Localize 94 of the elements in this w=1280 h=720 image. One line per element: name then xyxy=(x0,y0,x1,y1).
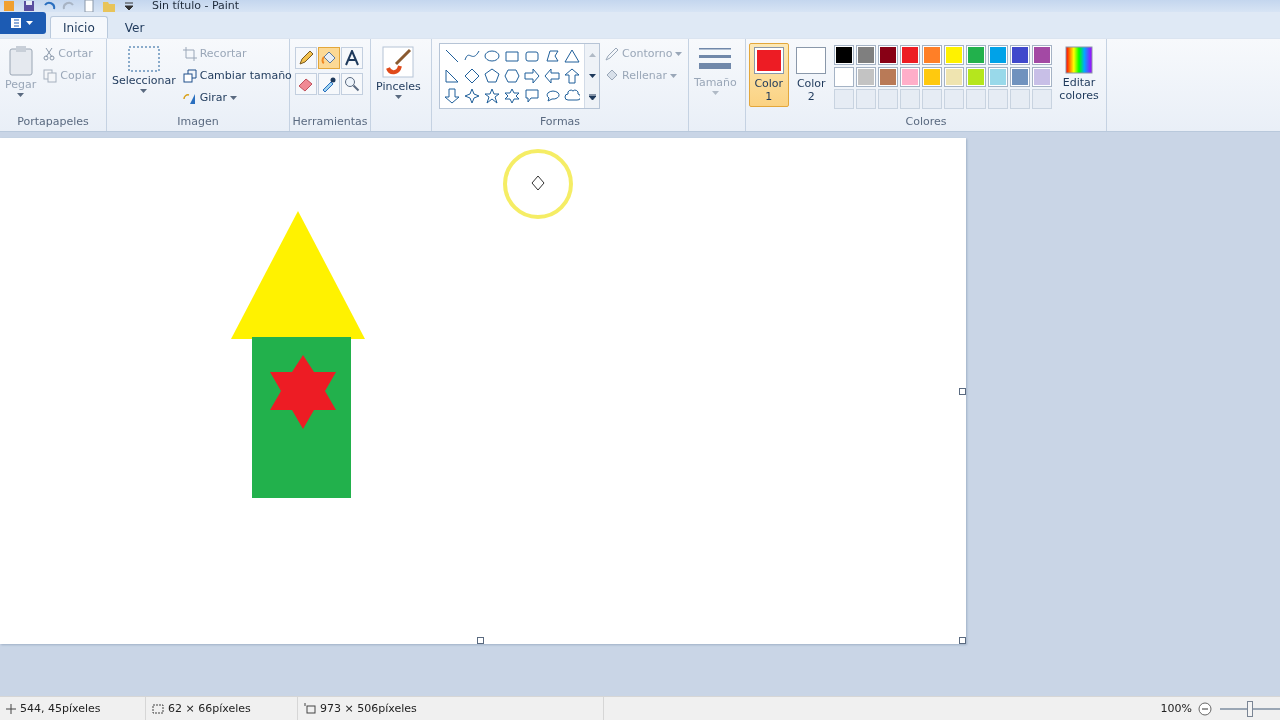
caret-icon xyxy=(711,91,719,95)
palette-color[interactable] xyxy=(834,67,854,87)
group-title: Imagen xyxy=(177,115,219,130)
magnifier-icon xyxy=(344,76,360,92)
resize-handle[interactable] xyxy=(477,637,484,644)
selection-icon xyxy=(127,46,160,72)
group-title: Formas xyxy=(539,115,581,130)
up-arrow-icon xyxy=(588,52,596,57)
color-picker-icon xyxy=(321,76,337,92)
palette-color[interactable] xyxy=(966,67,986,87)
brushes-button[interactable]: Pinceles xyxy=(374,43,423,102)
scissors-icon xyxy=(43,46,56,61)
palette-color[interactable] xyxy=(878,67,898,87)
zoom-slider-thumb[interactable] xyxy=(1247,700,1253,717)
palette-color[interactable] xyxy=(922,45,942,65)
palette-color[interactable] xyxy=(834,45,854,65)
palette-color[interactable] xyxy=(1010,45,1030,65)
group-title: Colores xyxy=(905,115,947,130)
selection-size: 62 × 66píxeles xyxy=(168,702,251,715)
group-title: Portapapeles xyxy=(17,115,89,130)
edit-colors-button[interactable]: Editar colores xyxy=(1055,43,1103,105)
tool-button[interactable] xyxy=(318,73,340,95)
palette-color[interactable] xyxy=(966,45,986,65)
resize-icon xyxy=(182,68,197,83)
empty-color-slot[interactable] xyxy=(900,89,920,109)
tool-button[interactable] xyxy=(295,47,317,69)
empty-color-slot[interactable] xyxy=(944,89,964,109)
caret-icon xyxy=(588,74,596,78)
color-slot-button[interactable]: Color 2 xyxy=(791,43,831,107)
palette-color[interactable] xyxy=(878,45,898,65)
rotate-button[interactable]: Girar xyxy=(180,87,294,108)
zoom-level: 100% xyxy=(1160,702,1192,715)
menu-icon xyxy=(11,18,35,28)
copy-icon xyxy=(43,68,58,83)
crop-icon xyxy=(182,46,197,61)
select-button[interactable]: Seleccionar xyxy=(110,43,178,96)
text-tool-icon xyxy=(344,50,360,66)
ribbon-tab[interactable]: Inicio xyxy=(50,16,108,38)
palette-color[interactable] xyxy=(900,45,920,65)
palette-color[interactable] xyxy=(1032,45,1052,65)
canvas-size: 973 × 506píxeles xyxy=(320,702,417,715)
palette-color[interactable] xyxy=(856,45,876,65)
resize-handle[interactable] xyxy=(959,637,966,644)
caret-icon xyxy=(394,95,402,99)
empty-color-slot[interactable] xyxy=(966,89,986,109)
palette-color[interactable] xyxy=(944,67,964,87)
ribbon-tab[interactable]: Ver xyxy=(111,16,158,38)
eraser-icon xyxy=(298,76,314,92)
cursor-position: 544, 45píxeles xyxy=(20,702,101,715)
pencil-icon xyxy=(605,46,619,61)
palette-color[interactable] xyxy=(944,45,964,65)
empty-color-slot[interactable] xyxy=(1032,89,1052,109)
empty-color-slot[interactable] xyxy=(856,89,876,109)
palette-color[interactable] xyxy=(988,45,1008,65)
customize-dropdown-icon[interactable] xyxy=(122,0,136,12)
palette-color[interactable] xyxy=(922,67,942,87)
resize-handle[interactable] xyxy=(959,388,966,395)
undo-icon[interactable] xyxy=(42,0,56,12)
window-title: Sin título - Paint xyxy=(152,0,240,12)
pencil-icon xyxy=(298,50,314,66)
caret-icon xyxy=(670,73,678,78)
color-slot-label: Color 1 xyxy=(753,77,785,103)
caret-icon xyxy=(140,89,148,93)
zoom-out-icon[interactable] xyxy=(1198,701,1212,716)
edit-colors-label: Editar colores xyxy=(1058,76,1100,102)
group-title: Herramientas xyxy=(292,115,368,130)
palette-color[interactable] xyxy=(1032,67,1052,87)
cursor-highlight-icon xyxy=(502,148,574,220)
resize-button[interactable]: Cambiar tamaño xyxy=(180,65,294,86)
canvas-size-icon xyxy=(304,703,316,714)
caret-icon xyxy=(230,95,238,100)
save-icon[interactable] xyxy=(22,0,36,12)
drawing-canvas[interactable] xyxy=(0,138,966,644)
caret-icon xyxy=(17,93,25,97)
palette-color[interactable] xyxy=(988,67,1008,87)
color-slot-button[interactable]: Color 1 xyxy=(749,43,789,107)
empty-color-slot[interactable] xyxy=(922,89,942,109)
empty-color-slot[interactable] xyxy=(988,89,1008,109)
color-slot-label: Color 2 xyxy=(795,77,827,103)
clipboard-icon xyxy=(8,46,33,76)
palette-color[interactable] xyxy=(856,67,876,87)
palette-color[interactable] xyxy=(1010,67,1030,87)
file-menu-button[interactable] xyxy=(0,12,46,34)
palette-color[interactable] xyxy=(900,67,920,87)
selection-size-icon xyxy=(152,703,164,714)
expand-icon xyxy=(588,94,596,101)
empty-color-slot[interactable] xyxy=(834,89,854,109)
brush-icon xyxy=(382,46,415,78)
tool-button[interactable] xyxy=(341,47,363,69)
empty-color-slot[interactable] xyxy=(1010,89,1030,109)
color-spectrum-icon xyxy=(1065,46,1093,74)
empty-color-slot[interactable] xyxy=(878,89,898,109)
caret-icon xyxy=(675,51,683,56)
cursor-position-icon xyxy=(6,703,16,714)
